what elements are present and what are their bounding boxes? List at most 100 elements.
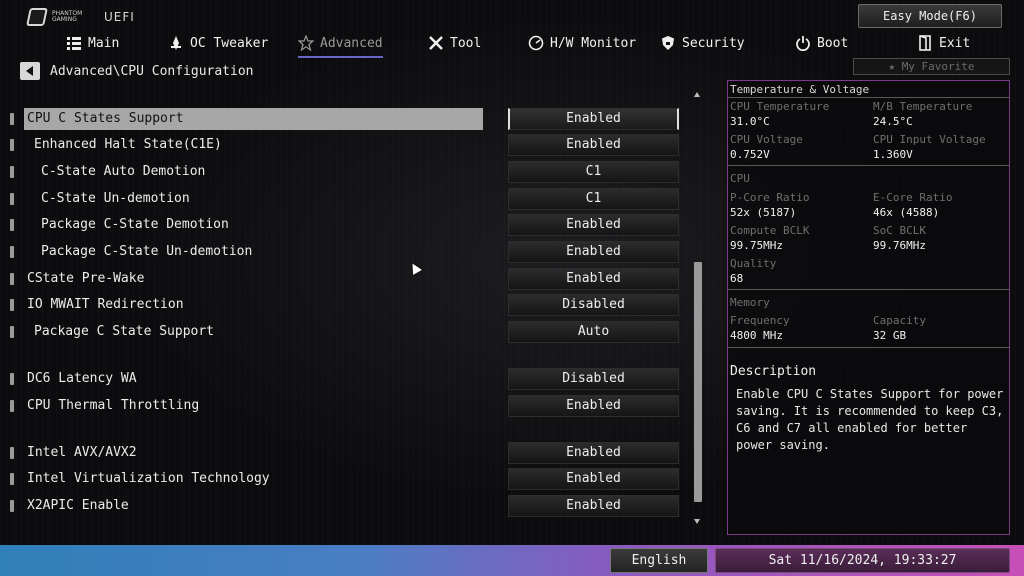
setting-value-button[interactable]: Enabled <box>508 442 679 464</box>
bullet-marker <box>10 219 14 231</box>
bullet-marker <box>10 299 14 311</box>
bullet-marker <box>10 326 14 338</box>
setting-label: IO MWAIT Redirection <box>27 297 184 312</box>
setting-row[interactable]: Intel AVX/AVX2 Enabled <box>0 442 690 464</box>
setting-row[interactable]: X2APIC Enable Enabled <box>0 495 690 517</box>
soc-bclk-value: 99.76MHz <box>873 239 926 252</box>
rocket-icon <box>171 36 181 50</box>
setting-value-button[interactable]: Auto <box>508 321 679 343</box>
power-icon <box>796 36 810 51</box>
divider <box>728 97 1009 98</box>
logo-brand-text: PHANTOM GAMING <box>52 10 83 23</box>
setting-value-button[interactable]: Enabled <box>508 241 679 263</box>
setting-label: C-State Un-demotion <box>41 191 190 206</box>
bullet-marker <box>10 473 14 485</box>
cpu-input-voltage-label: CPU Input Voltage <box>873 133 986 146</box>
datetime-display: Sat 11/16/2024, 19:33:27 <box>715 548 1010 573</box>
compute-bclk-value: 99.75MHz <box>730 239 783 252</box>
divider <box>728 165 1009 166</box>
setting-row[interactable]: Package C-State Un-demotion Enabled <box>0 241 690 263</box>
setting-row[interactable]: DC6 Latency WA Disabled <box>0 368 690 390</box>
star-icon <box>298 35 314 51</box>
setting-value-button[interactable]: Enabled <box>508 268 679 290</box>
my-favorite-label: My Favorite <box>901 60 975 73</box>
setting-value-button[interactable]: C1 <box>508 188 679 210</box>
setting-row[interactable]: Package C-State Demotion Enabled <box>0 214 690 236</box>
setting-label: Package C-State Demotion <box>41 217 229 232</box>
exit-icon <box>919 35 931 51</box>
setting-row[interactable]: IO MWAIT Redirection Disabled <box>0 294 690 316</box>
tab-tool[interactable]: Tool <box>428 32 481 54</box>
cpu-voltage-label: CPU Voltage <box>730 133 803 146</box>
setting-value-button[interactable]: Enabled <box>508 495 679 517</box>
setting-label: Enhanced Halt State(C1E) <box>34 137 222 152</box>
description-title: Description <box>730 364 817 379</box>
setting-label: CPU Thermal Throttling <box>27 398 200 413</box>
tab-main[interactable]: Main <box>66 32 119 54</box>
bullet-marker <box>10 400 14 412</box>
language-button[interactable]: English <box>610 548 708 573</box>
setting-value-button[interactable]: Enabled <box>508 108 679 130</box>
scrollbar[interactable] <box>694 92 702 524</box>
scroll-down-arrow-icon[interactable] <box>694 519 700 524</box>
description-text: Enable CPU C States Support for power sa… <box>736 387 1004 452</box>
ecore-ratio-value: 46x (4588) <box>873 206 940 219</box>
setting-label: Intel Virtualization Technology <box>27 471 270 486</box>
setting-value-button[interactable]: Enabled <box>508 134 679 156</box>
tab-boot-label: Boot <box>817 35 849 51</box>
setting-value-button[interactable]: Enabled <box>508 214 679 236</box>
tab-security[interactable]: Security <box>660 32 745 54</box>
my-favorite-button[interactable]: ★ My Favorite <box>853 58 1010 75</box>
setting-row[interactable]: C-State Auto Demotion C1 <box>0 161 690 183</box>
monitor-icon <box>528 35 544 51</box>
tab-exit[interactable]: Exit <box>917 32 970 54</box>
frequency-value: 4800 MHz <box>730 329 783 342</box>
compute-bclk-label: Compute BCLK <box>730 224 810 237</box>
info-panel: Temperature & Voltage CPU Temperature 31… <box>727 80 1010 535</box>
setting-row[interactable]: Package C State Support Auto <box>0 321 690 343</box>
breadcrumb: Advanced\CPU Configuration <box>20 62 254 80</box>
bullet-marker <box>10 273 14 285</box>
setting-value-button[interactable]: Enabled <box>508 468 679 490</box>
setting-value-button[interactable]: C1 <box>508 161 679 183</box>
tab-boot[interactable]: Boot <box>795 32 848 54</box>
setting-value-button[interactable]: Enabled <box>508 395 679 417</box>
setting-row[interactable]: CState Pre-Wake Enabled <box>0 268 690 290</box>
tab-oc-tweaker[interactable]: OC Tweaker <box>168 32 268 54</box>
cpu-voltage-value: 0.752V <box>730 148 770 161</box>
cpu-temp-value: 31.0°C <box>730 115 770 128</box>
brand-logo: PHANTOM GAMING UEFI <box>26 8 135 26</box>
setting-label: Intel AVX/AVX2 <box>27 445 137 460</box>
tab-hw-monitor[interactable]: H/W Monitor <box>528 32 636 54</box>
bullet-marker <box>10 113 14 125</box>
divider <box>728 347 1009 348</box>
setting-row[interactable]: Enhanced Halt State(C1E) Enabled <box>0 134 690 156</box>
setting-label: C-State Auto Demotion <box>41 164 206 179</box>
setting-row[interactable]: CPU Thermal Throttling Enabled <box>0 395 690 417</box>
list-icon <box>67 37 81 50</box>
setting-row[interactable]: Intel Virtualization Technology Enabled <box>0 468 690 490</box>
setting-value-button[interactable]: Disabled <box>508 294 679 316</box>
easy-mode-button[interactable]: Easy Mode(F6) <box>858 4 1002 28</box>
tab-advanced-label: Advanced <box>320 35 383 51</box>
bullet-marker <box>10 166 14 178</box>
top-nav: Main OC Tweaker Advanced Tool H/W Monito… <box>0 28 1024 58</box>
breadcrumb-path: Advanced\CPU Configuration <box>50 63 254 79</box>
back-arrow-icon[interactable] <box>20 62 40 80</box>
setting-value-button[interactable]: Disabled <box>508 368 679 390</box>
tab-oc-tweaker-label: OC Tweaker <box>190 35 269 51</box>
setting-row[interactable]: CPU C States Support Enabled <box>0 108 690 130</box>
logo-icon <box>26 8 48 26</box>
setting-label: X2APIC Enable <box>27 498 129 513</box>
tab-advanced[interactable]: Advanced <box>298 32 383 58</box>
setting-row[interactable]: C-State Un-demotion C1 <box>0 188 690 210</box>
tab-exit-label: Exit <box>939 35 971 51</box>
memory-section-title: Memory <box>730 296 770 309</box>
ecore-ratio-label: E-Core Ratio <box>873 191 953 204</box>
scroll-up-arrow-icon[interactable] <box>694 92 700 97</box>
scrollbar-thumb[interactable] <box>694 262 702 502</box>
shield-icon <box>662 36 674 50</box>
frequency-label: Frequency <box>730 314 790 327</box>
quality-label: Quality <box>730 257 777 270</box>
setting-label: CState Pre-Wake <box>27 271 145 286</box>
